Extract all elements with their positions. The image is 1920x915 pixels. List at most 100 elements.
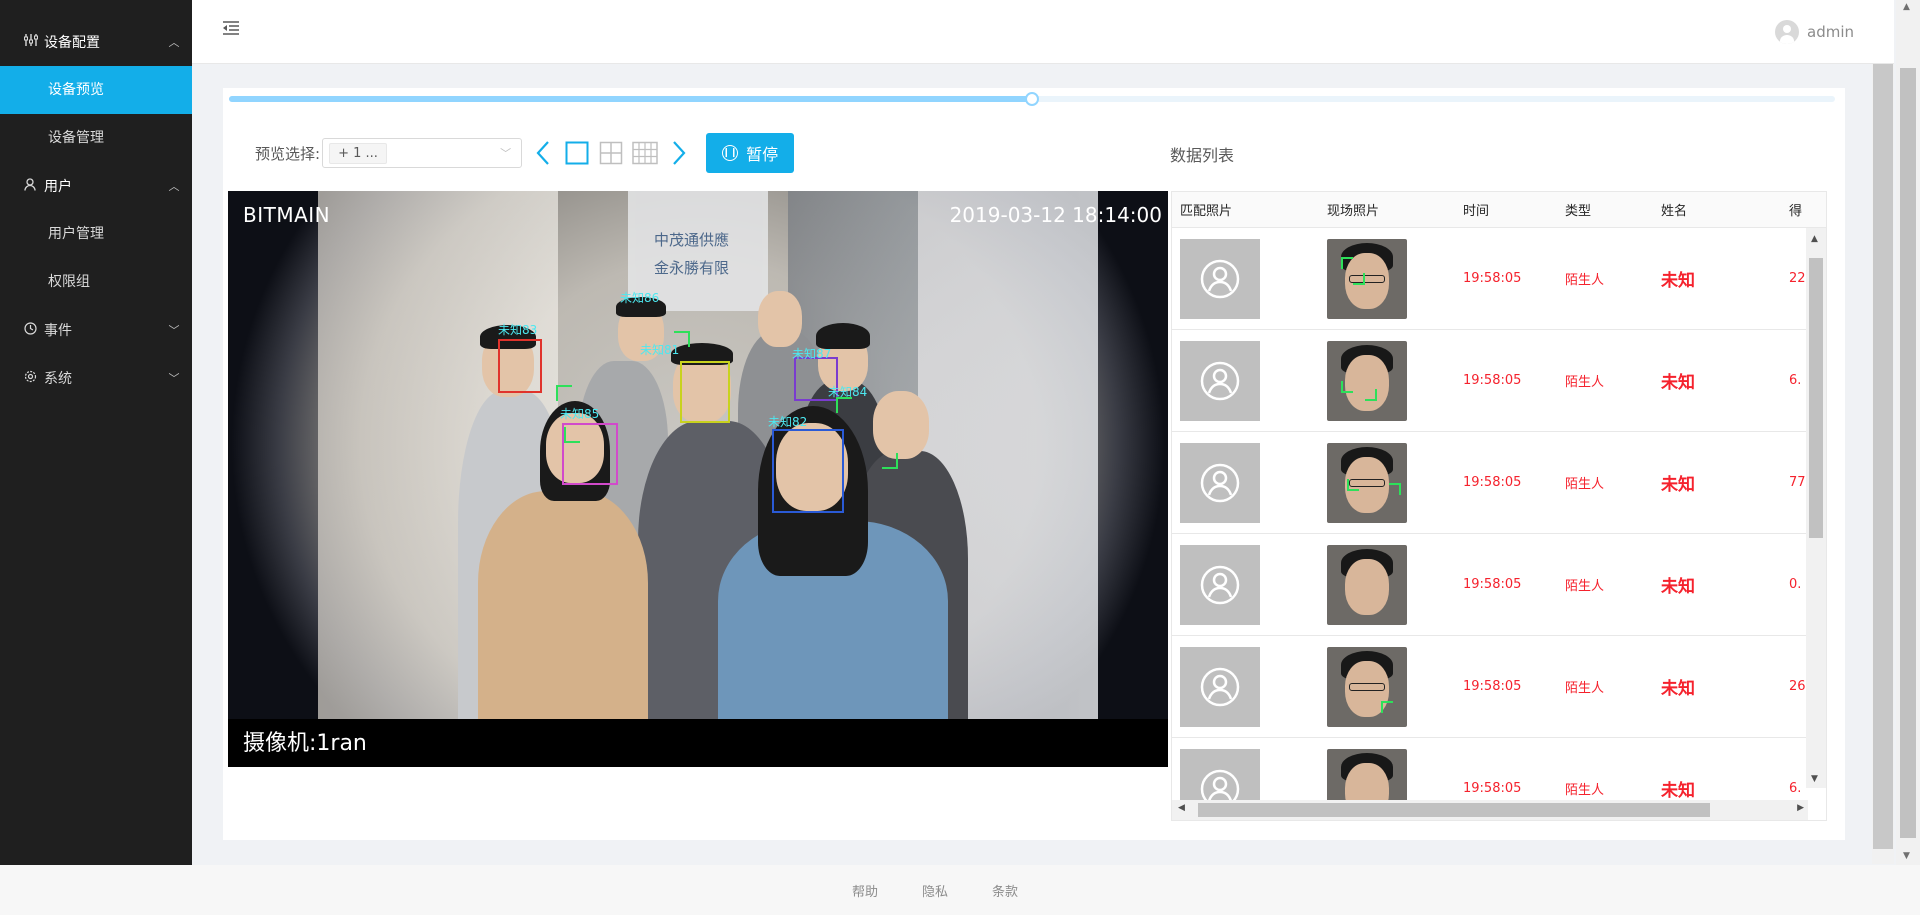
table-row[interactable]: 19:58:05 陌生人 未知 77: [1172, 432, 1826, 534]
next-arrow-icon[interactable]: [666, 139, 692, 167]
menu-group-label: 设备配置: [44, 35, 100, 51]
time-cell: 19:58:05: [1463, 577, 1522, 592]
face-label: 未知85: [560, 407, 600, 421]
scroll-down-icon[interactable]: ▼: [1903, 851, 1910, 861]
avatar-placeholder-icon: [1180, 442, 1260, 523]
face: [1345, 558, 1389, 615]
name-cell: 未知: [1661, 679, 1695, 699]
grid-layout-icon[interactable]: [632, 139, 658, 167]
table-row[interactable]: 19:58:05 陌生人 未知 6.: [1172, 330, 1826, 432]
sidebar-top-spacer: [0, 0, 192, 18]
camera-scene: 中茂通供應 金永勝有限 未知83 未知86 未知81 未知87 未知84 未知8…: [228, 191, 1168, 719]
name-cell: 未知: [1661, 373, 1695, 393]
user-menu[interactable]: admin: [1775, 20, 1854, 44]
pause-button[interactable]: ❙❙ 暂停: [706, 133, 795, 173]
quad-layout-icon[interactable]: [598, 139, 624, 167]
chevron-down-icon: ﹀: [500, 147, 512, 160]
top-header: admin: [192, 0, 1894, 64]
face-label: 未知86: [620, 291, 660, 305]
sign-text: 金永勝有限: [654, 259, 730, 277]
menu-fold-icon[interactable]: [222, 20, 242, 40]
person: [873, 391, 929, 459]
footer-link-privacy[interactable]: 隐私: [922, 881, 948, 900]
menu-item-device-management[interactable]: 设备管理: [0, 114, 192, 162]
column-header: 时间: [1463, 204, 1490, 219]
scrollbar-thumb[interactable]: [1809, 258, 1823, 538]
avatar-placeholder-icon: [1180, 544, 1260, 625]
chevron-up-icon: ︿: [168, 36, 180, 49]
scroll-left-icon[interactable]: ◀: [1178, 803, 1185, 813]
menu-item-device-preview[interactable]: 设备预览: [0, 66, 192, 114]
menu-group-label: 事件: [44, 323, 72, 339]
slider-fill: [229, 96, 1032, 102]
chevron-down-icon: ﹀: [168, 372, 180, 385]
site-photo[interactable]: [1327, 340, 1407, 421]
site-photo-cell: [1317, 340, 1453, 421]
prev-arrow-icon[interactable]: [530, 139, 556, 167]
scrollbar-thumb[interactable]: [1900, 68, 1916, 838]
person: [478, 491, 648, 719]
scrollbar-thumb[interactable]: [1198, 803, 1710, 817]
glasses: [1349, 682, 1385, 691]
type-cell: 陌生人: [1565, 375, 1605, 390]
menu-group-user[interactable]: 用户 ︿: [0, 162, 192, 210]
column-header: 姓名: [1661, 204, 1688, 219]
site-photo[interactable]: [1327, 442, 1407, 523]
footer-link-help[interactable]: 帮助: [852, 881, 878, 900]
menu-group-device-config[interactable]: 设备配置 ︿: [0, 18, 192, 66]
face-label: 未知83: [498, 323, 538, 337]
menu-item-permission-group[interactable]: 权限组: [0, 258, 192, 306]
site-photo-cell: [1317, 646, 1453, 727]
menu-group-system[interactable]: 系统 ﹀: [0, 354, 192, 402]
menu-group-events[interactable]: 事件 ﹀: [0, 306, 192, 354]
scroll-down-icon[interactable]: ▼: [1811, 774, 1818, 784]
type-cell: 陌生人: [1565, 579, 1605, 594]
scroll-up-icon[interactable]: ▲: [1903, 2, 1910, 12]
face-corner: [836, 397, 852, 413]
face-corner: [1381, 700, 1393, 713]
content-scrollbar[interactable]: [1872, 64, 1894, 864]
site-photo[interactable]: [1327, 238, 1407, 319]
person: [758, 291, 802, 347]
avatar-placeholder-icon: [1180, 238, 1260, 319]
site-photo[interactable]: [1327, 544, 1407, 625]
single-layout-icon[interactable]: [564, 139, 590, 167]
scrollbar-thumb[interactable]: [1873, 64, 1893, 849]
face-box: [498, 339, 542, 393]
slider-handle[interactable]: [1025, 92, 1039, 106]
type-cell: 陌生人: [1565, 681, 1605, 696]
page-scrollbar[interactable]: ▲ ▼: [1896, 0, 1920, 865]
face-label: 未知82: [768, 415, 808, 429]
match-photo-cell: [1172, 646, 1317, 727]
preview-select[interactable]: + 1 ... ﹀: [322, 138, 523, 168]
face-corner: [882, 453, 898, 469]
table-horizontal-scrollbar[interactable]: ◀ ▶: [1172, 800, 1808, 820]
pause-icon: ❙❙: [722, 145, 739, 161]
user-icon: [24, 177, 44, 195]
table-row[interactable]: 19:58:05 陌生人 未知 0.: [1172, 534, 1826, 636]
site-photo-cell: [1317, 544, 1453, 625]
camera-name: 摄像机:1ran: [243, 731, 367, 756]
face-corner: [564, 427, 580, 443]
gear-icon: [24, 370, 44, 387]
footer-link-terms[interactable]: 条款: [992, 881, 1018, 900]
site-photo[interactable]: [1327, 646, 1407, 727]
preview-slider[interactable]: [229, 92, 1835, 106]
data-list-title: 数据列表: [1170, 146, 1235, 165]
scroll-right-icon[interactable]: ▶: [1797, 803, 1804, 813]
pause-label: 暂停: [746, 145, 779, 164]
scroll-up-icon[interactable]: ▲: [1811, 234, 1818, 244]
face-label: 未知87: [792, 347, 832, 361]
table-row[interactable]: 19:58:05 陌生人 未知 26: [1172, 636, 1826, 738]
match-photo-cell: [1172, 238, 1317, 319]
table-vertical-scrollbar[interactable]: ▲ ▼: [1806, 228, 1826, 788]
column-header: 类型: [1565, 204, 1592, 219]
face-box: [772, 429, 844, 513]
face-corner: [1341, 380, 1353, 393]
chevron-up-icon: ︿: [168, 180, 180, 193]
table-row[interactable]: 19:58:05 陌生人 未知 22: [1172, 228, 1826, 330]
username: admin: [1807, 23, 1854, 41]
table-body: 19:58:05 陌生人 未知 22 19:58:05 陌生人 未知 6. 19…: [1172, 228, 1826, 820]
menu-item-user-management[interactable]: 用户管理: [0, 210, 192, 258]
video-feed: 中茂通供應 金永勝有限 未知83 未知86 未知81 未知87 未知84 未知8…: [228, 191, 1168, 767]
